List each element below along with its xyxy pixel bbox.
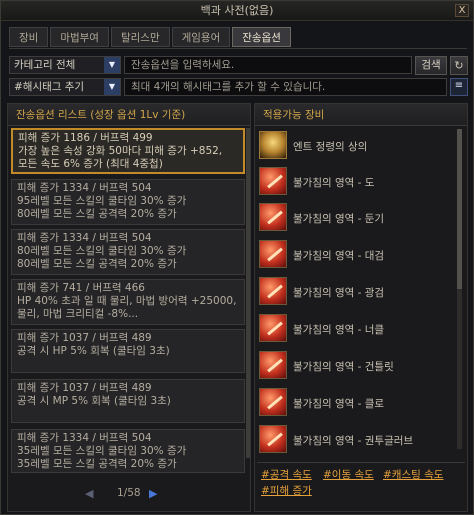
equipment-name: 불가침의 영역 - 대검 (293, 250, 385, 262)
weapon-icon (259, 277, 287, 305)
entry-line: 80레벨 모든 스킬의 쿨타임 30% 증가 (17, 245, 187, 257)
equipment-name: 불가침의 영역 - 도 (293, 177, 375, 189)
hashtag-placeholder: 최대 4개의 해시태그를 추가 할 수 있습니다. (131, 81, 326, 93)
equipment-item[interactable]: 불가침의 영역 - 건틀릿 (259, 351, 447, 383)
chevron-down-icon[interactable]: ▼ (104, 79, 120, 95)
entry-line: 공격 시 MP 5% 회복 (쿨타임 3초) (17, 395, 171, 407)
chevron-down-icon[interactable]: ▼ (104, 57, 120, 73)
weapon-icon (259, 314, 287, 342)
equipment-item[interactable]: 불가침의 영역 - 도 (259, 167, 447, 199)
category-select-value: 카테고리 전체 (14, 59, 76, 71)
option-entry[interactable]: 피해 증가 1334 / 버프력 504 95레벨 모든 스킬의 쿨타임 30%… (11, 179, 245, 225)
entry-line: 95레벨 모든 스킬의 쿨타임 30% 증가 (17, 195, 187, 207)
cloak-icon (259, 131, 287, 159)
weapon-icon (259, 351, 287, 379)
entry-line: 가장 높은 속성 강화 50마다 피해 증가 +852, (18, 145, 223, 157)
entry-line: 피해 증가 1186 / 버프력 499 (18, 132, 153, 144)
hashtag-select[interactable]: #해시태그 추기 ▼ (9, 78, 121, 96)
scrollbar-thumb[interactable] (457, 129, 462, 289)
equipment-name: 불가침의 영역 - 건틀릿 (293, 361, 394, 373)
entry-line: 피해 증가 1334 / 버프력 504 (17, 232, 152, 244)
tab-enchant[interactable]: 마법부여 (50, 27, 109, 47)
tab-game-terms[interactable]: 게임용어 (171, 27, 231, 47)
equipment-name: 불가침의 영역 - 너클 (293, 324, 385, 336)
applicable-equipment-title: 적용가능 장비 (255, 104, 467, 126)
equipment-name: 불가침의 영역 - 클로 (293, 398, 385, 410)
menu-icon[interactable]: ≡ (450, 78, 468, 96)
option-entry[interactable]: 피해 증가 1186 / 버프력 499 가장 높은 속성 강화 50마다 피해… (11, 128, 245, 174)
equipment-item[interactable]: 불가침의 영역 - 클로 (259, 388, 447, 420)
weapon-icon (259, 425, 287, 453)
entry-line: 피해 증가 1334 / 버프력 504 (17, 432, 152, 444)
entry-line: 피해 증가 1037 / 버프력 489 (17, 382, 152, 394)
entry-line: 공격 시 HP 5% 회복 (쿨타임 3초) (17, 345, 170, 357)
hashtag-link[interactable]: #캐스팅 속도 (383, 467, 443, 482)
weapon-icon (259, 388, 287, 416)
option-entry[interactable]: 피해 증가 741 / 버프력 466 HP 40% 초과 일 때 물리, 마법… (11, 279, 245, 325)
category-select[interactable]: 카테고리 전체 ▼ (9, 56, 121, 74)
next-page-icon[interactable]: ▶ (149, 487, 157, 500)
page-indicator: 1/58 (117, 487, 141, 499)
equipment-item[interactable]: 불가침의 영역 - 대검 (259, 240, 447, 272)
search-button[interactable]: 검색 (415, 56, 447, 75)
refresh-icon[interactable]: ↻ (450, 56, 468, 75)
window-title: 백과 사전(없음) (200, 4, 274, 17)
equipment-name: 불가침의 영역 - 둔기 (293, 213, 385, 225)
option-entry[interactable]: 피해 증가 1037 / 버프력 489 공격 시 HP 5% 회복 (쿨타임 … (11, 329, 245, 373)
option-entry[interactable]: 피해 증가 1334 / 버프력 504 35레벨 모든 스킬의 쿨타임 30%… (11, 429, 245, 473)
entry-line: 80레벨 모든 스킬 공격력 20% 증가 (17, 208, 177, 220)
pagination: ◀ 1/58 ▶ (85, 487, 165, 501)
hashtag-link[interactable]: #이동 속도 (323, 467, 374, 482)
hashtag-area: #공격 속도 #이동 속도 #캐스팅 속도 #피해 증가 (257, 462, 465, 506)
entry-line: 35레벨 모든 스킬 공격력 20% 증가 (17, 458, 177, 470)
tab-equipment[interactable]: 장비 (9, 27, 49, 47)
weapon-icon (259, 167, 287, 195)
equipment-name: 불가침의 영역 - 권투글러브 (293, 435, 414, 447)
hashtag-link[interactable]: #공격 속도 (261, 467, 312, 482)
option-list-scrollbar[interactable] (246, 128, 250, 458)
equipment-name: 불가침의 영역 - 광검 (293, 287, 385, 299)
encyclopedia-window: 백과 사전(없음) X 장비 마법부여 탈리스만 게임용어 잔송옵션 카테고리 … (0, 0, 474, 515)
option-entry[interactable]: 피해 증가 1334 / 버프력 504 80레벨 모든 스킬의 쿨타임 30%… (11, 229, 245, 275)
entry-line: 80레벨 모든 스킬 공격력 20% 증가 (17, 258, 177, 270)
option-entry[interactable]: 피해 증가 1037 / 버프력 489 공격 시 MP 5% 회복 (쿨타임 … (11, 379, 245, 423)
window-titlebar[interactable]: 백과 사전(없음) X (1, 1, 473, 21)
entry-line: 피해 증가 1334 / 버프력 504 (17, 182, 152, 194)
entry-line: 물리, 마법 크리티컬 -8%... (17, 308, 139, 320)
search-placeholder: 잔송옵션을 입력하세요. (131, 59, 235, 71)
equipment-item[interactable]: 불가침의 영역 - 권투글러브 (259, 425, 447, 457)
tab-bar: 장비 마법부여 탈리스만 게임용어 잔송옵션 (9, 27, 291, 47)
equipment-name: 엔트 정령의 상의 (293, 141, 368, 153)
tab-talisman[interactable]: 탈리스만 (110, 27, 170, 47)
equipment-item[interactable]: 불가침의 영역 - 너클 (259, 314, 447, 346)
entry-line: 피해 증가 741 / 버프력 466 (17, 282, 145, 294)
weapon-icon (259, 203, 287, 231)
entry-line: 피해 증가 1037 / 버프력 489 (17, 332, 152, 344)
equipment-item[interactable]: 불가침의 영역 - 둔기 (259, 203, 447, 235)
equipment-item[interactable]: 엔트 정령의 상의 (259, 131, 447, 163)
option-list-title: 잔송옵션 리스트 (성장 옵션 1Lv 기준) (8, 104, 250, 126)
entry-line: 모든 속도 6% 증가 (최대 4중첩) (18, 158, 163, 170)
weapon-icon (259, 240, 287, 268)
hashtag-select-value: #해시태그 추기 (14, 81, 85, 93)
hashtag-input[interactable]: 최대 4개의 해시태그를 추가 할 수 있습니다. (124, 78, 447, 96)
prev-page-icon[interactable]: ◀ (85, 487, 93, 500)
tab-inherited-options[interactable]: 잔송옵션 (232, 27, 291, 47)
close-icon[interactable]: X (455, 4, 469, 17)
entry-line: HP 40% 초과 일 때 물리, 마법 방어력 +25000, (17, 295, 237, 307)
tab-divider (9, 48, 467, 49)
entry-line: 35레벨 모든 스킬의 쿨타임 30% 증가 (17, 445, 187, 457)
search-input[interactable]: 잔송옵션을 입력하세요. (124, 56, 412, 74)
equipment-scrollbar[interactable] (457, 129, 462, 449)
equipment-item[interactable]: 불가침의 영역 - 광검 (259, 277, 447, 309)
hashtag-link[interactable]: #피해 증가 (261, 483, 312, 498)
